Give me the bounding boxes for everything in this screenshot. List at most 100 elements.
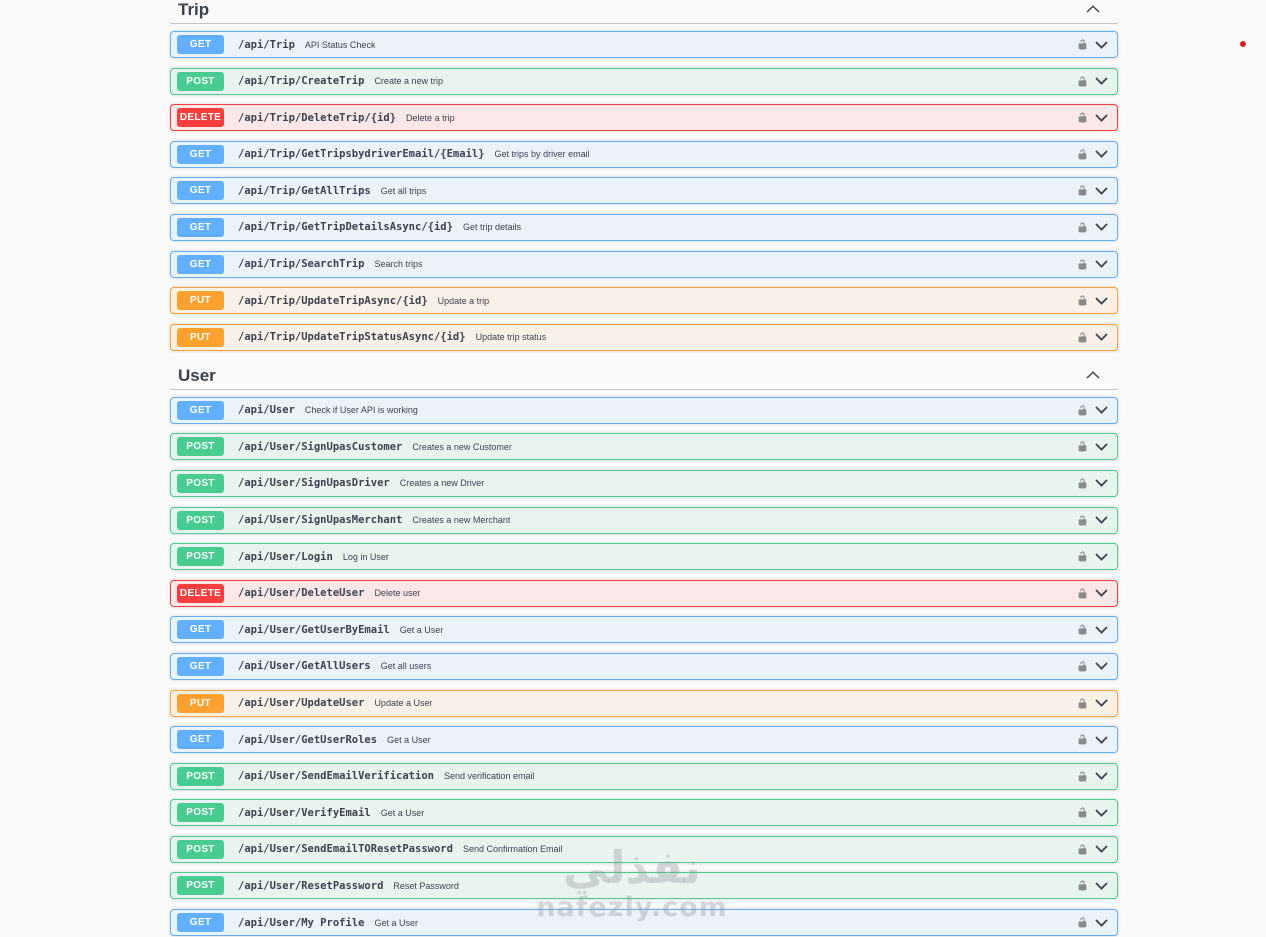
expand-endpoint-button[interactable] [1095, 626, 1108, 634]
endpoint-row[interactable]: POST /api/User/SignUpasMerchant Creates … [170, 506, 1118, 534]
chevron-down-icon [1095, 699, 1108, 707]
unlock-icon [1077, 221, 1088, 234]
endpoint-path: /api/User/ResetPassword [238, 879, 384, 892]
expand-endpoint-button[interactable] [1095, 187, 1108, 195]
unlock-icon [1077, 806, 1088, 819]
endpoint-row[interactable]: PUT /api/Trip/UpdateTripAsync/{id} Updat… [170, 287, 1118, 315]
auth-lock-button[interactable] [1077, 38, 1088, 51]
section-collapse-button[interactable] [1086, 370, 1100, 379]
chevron-down-icon [1095, 40, 1108, 49]
auth-lock-button[interactable] [1077, 770, 1088, 783]
auth-lock-button[interactable] [1077, 806, 1088, 819]
endpoint-row[interactable]: POST /api/Trip/CreateTrip Create a new t… [170, 67, 1118, 95]
endpoint-row[interactable]: GET /api/Trip/GetTripsbydriverEmail/{Ema… [170, 140, 1118, 168]
auth-lock-button[interactable] [1077, 916, 1088, 929]
auth-lock-button[interactable] [1077, 587, 1088, 600]
auth-lock-button[interactable] [1077, 843, 1088, 856]
endpoint-row[interactable]: GET /api/Trip/GetTripDetailsAsync/{id} G… [170, 213, 1118, 241]
endpoint-row[interactable]: PUT /api/Trip/UpdateTripStatusAsync/{id}… [170, 323, 1118, 351]
auth-lock-button[interactable] [1077, 660, 1088, 673]
auth-lock-button[interactable] [1077, 477, 1088, 490]
auth-lock-button[interactable] [1077, 440, 1088, 453]
expand-endpoint-button[interactable] [1095, 918, 1108, 927]
endpoint-row[interactable]: DELETE /api/User/DeleteUser Delete user [170, 579, 1118, 607]
auth-lock-button[interactable] [1077, 221, 1088, 234]
unlock-icon [1077, 879, 1088, 892]
method-badge: GET [177, 254, 224, 274]
method-badge: GET [177, 217, 224, 237]
endpoint-path: /api/User/Login [238, 550, 333, 563]
auth-lock-button[interactable] [1077, 514, 1088, 527]
expand-endpoint-button[interactable] [1095, 772, 1108, 781]
auth-lock-button[interactable] [1077, 184, 1088, 197]
endpoint-description: Creates a new Merchant [412, 515, 511, 526]
section-collapse-button[interactable] [1086, 5, 1100, 13]
unlock-icon [1077, 404, 1088, 417]
expand-endpoint-button[interactable] [1095, 114, 1108, 122]
chevron-down-icon [1095, 735, 1108, 744]
endpoint-row[interactable]: GET /api/User/My Profile Get a User [170, 909, 1118, 937]
expand-endpoint-button[interactable] [1095, 297, 1108, 305]
endpoint-row[interactable]: POST /api/User/Login Log in User [170, 543, 1118, 571]
endpoint-row[interactable]: GET /api/User/GetAllUsers Get all users [170, 652, 1118, 680]
expand-endpoint-button[interactable] [1095, 333, 1108, 342]
auth-lock-button[interactable] [1077, 697, 1088, 710]
endpoint-row[interactable]: POST /api/User/ResetPassword Reset Passw… [170, 872, 1118, 900]
auth-lock-button[interactable] [1077, 331, 1088, 344]
endpoint-row-controls [1077, 879, 1108, 892]
auth-lock-button[interactable] [1077, 550, 1088, 563]
expand-endpoint-button[interactable] [1095, 223, 1108, 232]
expand-endpoint-button[interactable] [1095, 516, 1108, 524]
endpoint-row[interactable]: POST /api/User/SendEmailTOResetPassword … [170, 835, 1118, 863]
endpoint-row[interactable]: GET /api/Trip/SearchTrip Search trips [170, 250, 1118, 278]
chevron-down-icon [1095, 260, 1108, 268]
expand-endpoint-button[interactable] [1095, 699, 1108, 707]
auth-lock-button[interactable] [1077, 75, 1088, 88]
expand-endpoint-button[interactable] [1095, 845, 1108, 854]
endpoint-row[interactable]: POST /api/User/SignUpasDriver Creates a … [170, 469, 1118, 497]
expand-endpoint-button[interactable] [1095, 150, 1108, 159]
expand-endpoint-button[interactable] [1095, 735, 1108, 744]
chevron-down-icon [1095, 552, 1108, 561]
endpoint-row[interactable]: GET /api/User/GetUserByEmail Get a User [170, 616, 1118, 644]
endpoint-row[interactable]: POST /api/User/SendEmailVerification Sen… [170, 762, 1118, 790]
endpoint-description: Update trip status [475, 332, 547, 343]
auth-lock-button[interactable] [1077, 879, 1088, 892]
expand-endpoint-button[interactable] [1095, 589, 1108, 598]
endpoint-row[interactable]: GET /api/Trip/GetAllTrips Get all trips [170, 177, 1118, 205]
section-header[interactable]: Trip [170, 0, 1118, 24]
endpoint-row[interactable]: PUT /api/User/UpdateUser Update a User [170, 689, 1118, 717]
auth-lock-button[interactable] [1077, 258, 1088, 271]
auth-lock-button[interactable] [1077, 111, 1088, 124]
unlock-icon [1077, 38, 1088, 51]
chevron-down-icon [1095, 479, 1108, 488]
auth-lock-button[interactable] [1077, 404, 1088, 417]
endpoint-row[interactable]: GET /api/User Check if User API is worki… [170, 396, 1118, 424]
endpoint-row[interactable]: GET /api/User/GetUserRoles Get a User [170, 726, 1118, 754]
expand-endpoint-button[interactable] [1095, 260, 1108, 268]
chevron-down-icon [1095, 882, 1108, 890]
chevron-down-icon [1095, 918, 1108, 927]
endpoint-row[interactable]: POST /api/User/SignUpasCustomer Creates … [170, 433, 1118, 461]
expand-endpoint-button[interactable] [1095, 662, 1108, 671]
expand-endpoint-button[interactable] [1095, 552, 1108, 561]
expand-endpoint-button[interactable] [1095, 479, 1108, 488]
auth-lock-button[interactable] [1077, 148, 1088, 161]
auth-lock-button[interactable] [1077, 294, 1088, 307]
auth-lock-button[interactable] [1077, 623, 1088, 636]
method-badge: PUT [177, 291, 224, 311]
endpoint-path: /api/Trip/GetTripsbydriverEmail/{Email} [238, 148, 485, 161]
expand-endpoint-button[interactable] [1095, 443, 1108, 451]
api-sections: Trip GET /api/Trip API Status Check POST… [170, 0, 1118, 937]
expand-endpoint-button[interactable] [1095, 77, 1108, 85]
section-header[interactable]: User [170, 366, 1118, 390]
expand-endpoint-button[interactable] [1095, 882, 1108, 890]
endpoint-row[interactable]: GET /api/Trip API Status Check [170, 31, 1118, 58]
expand-endpoint-button[interactable] [1095, 406, 1108, 415]
endpoint-row[interactable]: POST /api/User/VerifyEmail Get a User [170, 799, 1118, 827]
expand-endpoint-button[interactable] [1095, 40, 1108, 49]
auth-lock-button[interactable] [1077, 733, 1088, 746]
expand-endpoint-button[interactable] [1095, 809, 1108, 817]
endpoint-row[interactable]: DELETE /api/Trip/DeleteTrip/{id} Delete … [170, 104, 1118, 132]
endpoint-row-controls [1077, 148, 1108, 161]
